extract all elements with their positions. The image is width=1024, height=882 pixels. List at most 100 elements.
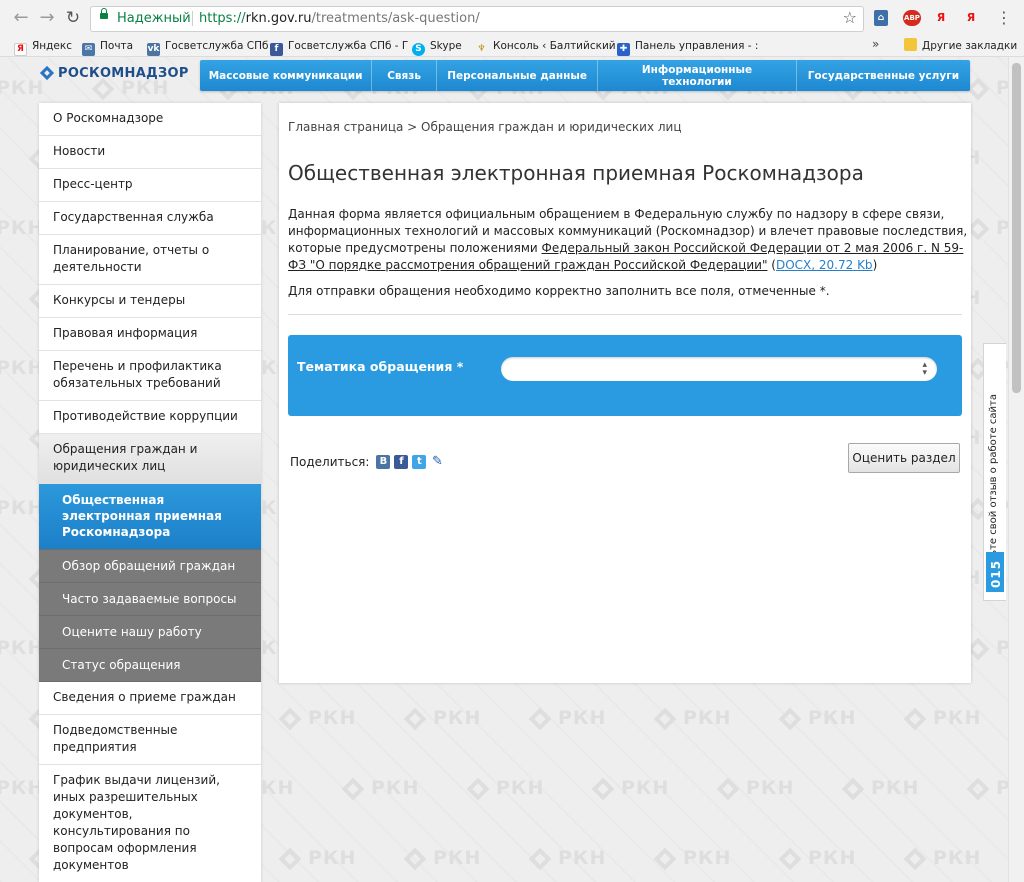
sidebar-item-news[interactable]: Новости [39,136,261,169]
bookmark-label: Консоль ‹ Балтийский [493,40,616,52]
topnav-government-services[interactable]: Государственные услуги [797,60,970,91]
sidebar-item-subordinate[interactable]: Подведомственные предприятия [39,715,261,765]
address-bar[interactable]: Надежный https://rkn.gov.ru/treatments/a… [90,6,864,32]
bookmark-mail[interactable]: ✉ Почта [82,38,133,56]
watermark-text: РКН [433,847,482,869]
yandex-icon: Я [14,43,27,56]
watermark-diamond-icon [528,707,552,731]
sidebar-item-appeals[interactable]: Обращения граждан и юридических лиц [39,434,261,484]
topnav-mass-communications[interactable]: Массовые коммуникации [200,60,373,91]
watermark-diamond-icon [653,847,677,871]
topic-select[interactable]: ▴ ▾ [501,357,937,381]
topnav-information-technologies[interactable]: Информационные технологии [598,60,797,91]
watermark-text: РКН [558,707,607,729]
reload-icon[interactable]: ↻ [62,8,84,30]
watermark-logo: РКН [0,77,44,99]
docx-file-link[interactable]: DOCX, 20.72 Kb [776,258,873,272]
sidebar-item-anti-corruption[interactable]: Противодействие коррупции [39,401,261,434]
watermark-logo: РКН [528,847,607,871]
other-bookmarks[interactable]: Другие закладки [904,38,1017,54]
adblock-plus-icon[interactable]: ABP [903,10,921,26]
watermark-logo: РКН [716,777,795,801]
watermark-text: РКН [308,847,357,869]
livejournal-share-icon[interactable]: ✎ [430,455,444,469]
bookmark-vk-gosvet[interactable]: vk Госветслужба СПб [147,38,268,56]
watermark-text: РКН [746,777,795,799]
feedback-tab[interactable]: Оставьте свой отзыв о работе сайта 015 [983,343,1006,601]
watermark-logo: РКН [778,707,856,731]
watermark-text: РКН [808,847,857,869]
yandex-extension-icon[interactable]: Я [932,10,950,26]
bookmark-console[interactable]: ♆ Консоль ‹ Балтийский [475,38,616,54]
sidebar-item-reception-info[interactable]: Сведения о приеме граждан [39,682,261,715]
bookmark-label: Госветслужба СПб - Г [288,40,409,52]
folder-icon [904,38,917,51]
facebook-share-icon[interactable]: f [394,455,409,469]
appeal-form: Тематика обращения * ▴ ▾ [288,335,962,416]
select-arrows-icon: ▴ ▾ [922,360,927,378]
sidebar-item-about[interactable]: О Роскомнадзоре [39,103,261,136]
watermark-diamond-icon [841,777,865,801]
vk-icon: vk [147,43,160,56]
watermark-logo: РКН [0,357,44,379]
watermark-diamond-icon [341,777,365,801]
bookmark-star-icon[interactable]: ☆ [843,8,857,27]
facebook-icon: f [270,43,283,56]
share-label: Поделиться: [290,455,370,469]
sidebar-subitem-rate-work[interactable]: Оцените нашу работу [39,616,261,649]
watermark-text: РКН [0,497,45,519]
sidebar-item-legal-info[interactable]: Правовая информация [39,318,261,351]
watermark-text: РКН [683,847,732,869]
breadcrumb[interactable]: Главная страница > Обращения граждан и ю… [288,120,682,134]
watermark-diamond-icon [966,77,990,101]
watermark-diamond-icon [278,847,302,871]
topnav-personal-data[interactable]: Персональные данные [437,60,599,91]
watermark-text: РКН [558,847,607,869]
watermark-logo: РКН [403,707,481,731]
url-path: /treatments/ask-question/ [311,11,480,26]
bookmark-label: Skype [430,40,462,52]
bookmark-fb-gosvet[interactable]: f Госветслужба СПб - Г [270,38,409,56]
twitter-share-icon[interactable]: t [412,455,427,469]
bookmarks-overflow-icon[interactable]: » [872,37,879,51]
yandex-extension-icon-2[interactable]: Я [962,10,980,26]
sidebar-item-civil-service[interactable]: Государственная служба [39,202,261,235]
sidebar-subitem-appeal-status[interactable]: Статус обращения [39,649,261,682]
watermark-text: РКН [0,357,45,379]
intro-paragraph: Данная форма является официальным обраще… [288,207,968,272]
bookmark-skype[interactable]: S Skype [412,38,462,56]
sidebar-item-license-schedule[interactable]: График выдачи лицензий, иных разрешитель… [39,765,261,882]
sidebar-item-planning-reports[interactable]: Планирование, отчеты о деятельности [39,235,261,285]
site-logo[interactable]: РОСКОМНАДЗОР [39,65,189,81]
sidebar-item-tenders[interactable]: Конкурсы и тендеры [39,285,261,318]
console-icon: ♆ [477,44,486,54]
skype-icon: S [412,43,425,56]
rate-section-button[interactable]: Оценить раздел [848,443,960,473]
sidebar-subitem-faq[interactable]: Часто задаваемые вопросы [39,583,261,616]
back-arrow-icon[interactable]: ← [10,8,32,30]
watermark-diamond-icon [778,847,802,871]
scrollbar-thumb[interactable] [1012,63,1021,393]
extension-cast-icon[interactable]: ⌂ [874,10,888,26]
sidebar-item-press-center[interactable]: Пресс-центр [39,169,261,202]
bookmark-panel[interactable]: ✚ Панель управления - : [617,38,758,56]
logo-diamond-icon [39,65,55,81]
watermark-logo: РКН [903,847,981,871]
sidebar-subitem-electronic-reception[interactable]: Общественная электронная приемная Роском… [39,484,261,550]
watermark-logo: РКН [653,847,732,871]
watermark-diamond-icon [528,847,552,871]
sidebar-subitem-appeals-review[interactable]: Обзор обращений граждан [39,550,261,583]
security-label: Надежный [117,11,191,26]
forward-arrow-icon[interactable]: → [36,8,58,30]
bookmarks-bar: Я Яндекс ✉ Почта vk Госветслужба СПб f Госве… [0,36,1024,57]
page-scrollbar[interactable] [1008,57,1024,882]
url-text[interactable]: https://rkn.gov.ru/treatments/ask-questi… [199,11,480,26]
sidebar-item-requirements[interactable]: Перечень и профилактика обязательных тре… [39,351,261,401]
browser-menu-icon[interactable]: ⋮ [996,8,1012,27]
bookmark-yandex[interactable]: Я Яндекс [14,38,72,56]
page-title: Общественная электронная приемная Роском… [288,161,864,185]
topnav-communications[interactable]: Связь [372,60,437,91]
watermark-diamond-icon [778,707,802,731]
vk-share-icon[interactable]: В [376,455,391,469]
watermark-text: РКН [0,77,45,99]
